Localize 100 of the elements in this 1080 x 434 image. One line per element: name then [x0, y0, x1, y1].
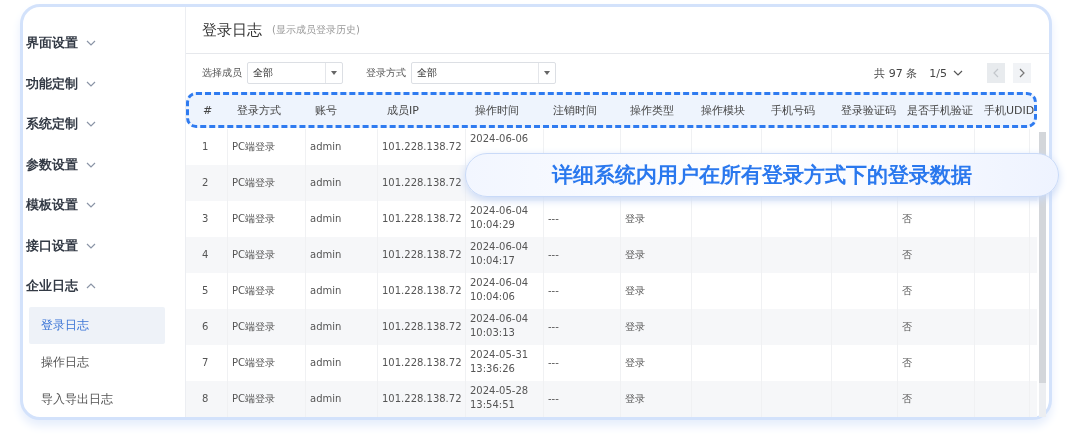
table-cell-text: 2024-06-04 10:04:17	[470, 240, 530, 267]
column-header[interactable]: 手机号码	[765, 102, 835, 118]
table-cell: 101.228.138.72	[382, 248, 462, 262]
chevron-icon	[86, 80, 96, 87]
table-cell: 否	[902, 320, 912, 334]
table-cell-text: 2024-06-04 10:04:29	[470, 204, 530, 231]
table-cell: 否	[902, 356, 912, 370]
table-cell: admin	[310, 176, 342, 190]
select-field[interactable]: 全部	[411, 62, 556, 84]
table-cell: PC端登录	[232, 212, 275, 226]
table-cell: ---	[548, 284, 559, 298]
table-cell: ---	[548, 320, 559, 334]
table-cell-text: 2024-06-04 10:04:06	[470, 276, 530, 303]
table-cell: admin	[310, 140, 342, 154]
table-cell: 5	[202, 284, 209, 298]
table-cell: 101.228.138.72	[382, 212, 462, 226]
filter-label: 选择成员	[202, 66, 242, 80]
sidebar-group[interactable]: 界面设置	[23, 23, 185, 64]
table-cell: 101.228.138.72	[382, 356, 462, 370]
table-cell: 否	[902, 212, 912, 226]
table-cell: admin	[310, 320, 342, 334]
caret-icon	[544, 71, 550, 75]
table-cell-text: 2024-06-04 10:03:13	[470, 312, 530, 339]
table-cell: 101.228.138.72	[382, 284, 462, 298]
table-cell: PC端登录	[232, 140, 275, 154]
table-cell: 4	[202, 248, 209, 262]
table-cell: 101.228.138.72	[382, 320, 462, 334]
table-cell-text: 2024-05-28 13:54:51	[470, 384, 530, 411]
table-cell: 登录	[625, 248, 645, 262]
column-header[interactable]: 手机UDID	[978, 102, 1033, 118]
sidebar-group[interactable]: 企业日志	[23, 266, 185, 307]
column-header[interactable]: 操作类型	[624, 102, 695, 118]
table-cell: admin	[310, 356, 342, 370]
table-cell: PC端登录	[232, 284, 275, 298]
chevron-icon	[86, 121, 96, 128]
table-cell: 登录	[625, 320, 645, 334]
table-cell: PC端登录	[232, 320, 275, 334]
sidebar-group[interactable]: 参数设置	[23, 144, 185, 185]
page-subtitle: (显示成员登录历史)	[272, 23, 360, 37]
caret-icon	[331, 71, 337, 75]
sidebar-item[interactable]: 操作日志	[29, 343, 165, 381]
column-header[interactable]: #	[189, 103, 231, 117]
callout-tooltip: 详细系统内用户在所有登录方式下的登录数据	[465, 153, 1059, 197]
table-cell: 登录	[625, 212, 645, 226]
sidebar-item[interactable]: 登录日志	[29, 306, 165, 344]
sidebar-item[interactable]: 导入导出日志	[29, 380, 165, 418]
table-cell: 登录	[625, 356, 645, 370]
page-select[interactable]: 1/5	[929, 66, 963, 80]
chevron-right-icon	[1019, 68, 1025, 78]
table-cell: PC端登录	[232, 356, 275, 370]
column-header[interactable]: 登录验证码	[835, 102, 901, 118]
chevron-icon	[86, 283, 96, 290]
chevron-icon	[86, 40, 96, 47]
sidebar-group[interactable]: 功能定制	[23, 63, 185, 104]
table-cell: 否	[902, 284, 912, 298]
table-cell: admin	[310, 284, 342, 298]
column-header[interactable]: 登录方式	[231, 102, 309, 118]
column-header[interactable]: 操作时间	[469, 102, 547, 118]
table-cell: ---	[548, 356, 559, 370]
table-cell: 101.228.138.72	[382, 176, 462, 190]
table-cell: admin	[310, 212, 342, 226]
table-cell: ---	[548, 212, 559, 226]
table-cell: PC端登录	[232, 176, 275, 190]
column-header[interactable]: 操作模块	[695, 102, 765, 118]
table-cell: 7	[202, 356, 209, 370]
chevron-icon	[953, 70, 963, 76]
filter-label: 登录方式	[366, 66, 406, 80]
next-page-button[interactable]	[1013, 63, 1031, 83]
table-cell: 登录	[625, 284, 645, 298]
table-cell: 3	[202, 212, 209, 226]
select-field[interactable]: 全部	[247, 62, 343, 84]
table-cell: 否	[902, 248, 912, 262]
sidebar-group[interactable]: 接口设置	[23, 225, 185, 266]
table-cell: ---	[548, 248, 559, 262]
chevron-icon	[86, 161, 96, 168]
sidebar-group[interactable]: 系统定制	[23, 104, 185, 145]
sidebar-group[interactable]: 模板设置	[23, 185, 185, 226]
table-cell: PC端登录	[232, 392, 275, 406]
table-cell: 2	[202, 176, 209, 190]
chevron-left-icon	[993, 68, 999, 78]
table-cell: 101.228.138.72	[382, 140, 462, 154]
table-cell: 101.228.138.72	[382, 392, 462, 406]
table-cell: PC端登录	[232, 248, 275, 262]
table-cell: 8	[202, 392, 209, 406]
table-cell: 6	[202, 320, 209, 334]
column-header[interactable]: 是否手机验证	[901, 102, 978, 118]
page-title: 登录日志	[202, 20, 262, 40]
table-cell: 否	[902, 392, 912, 406]
table-cell: 登录	[625, 392, 645, 406]
total-count: 共 97 条	[874, 65, 918, 81]
table-cell: admin	[310, 248, 342, 262]
table-cell: 1	[202, 140, 209, 154]
column-header[interactable]: 账号	[309, 102, 381, 118]
table-cell: ---	[548, 392, 559, 406]
chevron-icon	[86, 202, 96, 209]
chevron-icon	[86, 242, 96, 249]
column-header[interactable]: 成员IP	[381, 102, 469, 118]
table-cell-text: 2024-05-31 13:36:26	[470, 348, 530, 375]
table-cell: 2024-06-06	[470, 132, 529, 146]
column-header[interactable]: 注销时间	[547, 102, 624, 118]
